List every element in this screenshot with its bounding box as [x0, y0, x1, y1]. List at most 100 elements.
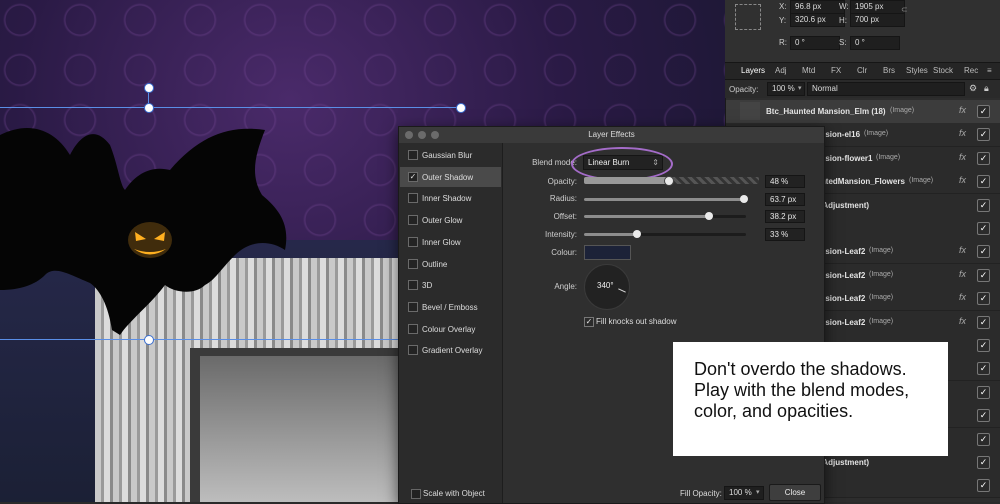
effect-checkbox[interactable] [408, 323, 418, 334]
fx-icon[interactable]: fx [959, 316, 966, 326]
radius-slider-knob[interactable] [740, 195, 749, 203]
chevron-down-icon[interactable]: ▾ [756, 488, 760, 496]
scale-with-object-checkbox[interactable] [411, 489, 421, 499]
layer-visibility-checkbox[interactable]: ✓ [977, 292, 990, 306]
layer-row[interactable]: Btc_Haunted Mansion_Elm (18) (Image) fx ✓ [726, 100, 1000, 124]
effect-label: Outline [422, 259, 448, 269]
layer-visibility-checkbox[interactable]: ✓ [977, 456, 990, 469]
panel-menu-icon[interactable]: ≡ [987, 66, 992, 75]
layer-visibility-checkbox[interactable]: ✓ [977, 315, 990, 329]
effect-checkbox[interactable] [408, 215, 418, 226]
shear-field[interactable]: 0 ° [850, 36, 900, 50]
effect-checkbox[interactable] [408, 301, 418, 312]
layer-visibility-checkbox[interactable]: ✓ [977, 105, 990, 118]
tab-metadata[interactable]: Mtd [802, 66, 815, 75]
tab-fx[interactable]: FX [831, 66, 841, 75]
y-field[interactable]: 320.6 px [790, 13, 845, 27]
layer-visibility-checkbox[interactable]: ✓ [977, 245, 990, 259]
h-label: H: [839, 16, 847, 25]
tab-adjustments[interactable]: Adj [775, 66, 787, 75]
tab-styles[interactable]: Styles [906, 66, 928, 75]
layer-visibility-checkbox[interactable]: ✓ [977, 128, 990, 142]
effect-item[interactable]: Colour Overlay [400, 319, 501, 339]
close-button[interactable]: Close [769, 484, 821, 501]
layer-blend-mode-select[interactable]: Normal [807, 82, 965, 96]
fx-icon[interactable]: fx [959, 292, 966, 302]
layer-name: untedMansion_Flowers [816, 177, 905, 187]
selection-handle-top-right[interactable] [456, 103, 466, 113]
effect-checkbox[interactable] [408, 193, 418, 204]
lock-icon[interactable]: 🔒︎ [984, 83, 989, 94]
radius-value[interactable]: 63.7 px [765, 193, 805, 206]
tab-history[interactable]: Rec [964, 66, 978, 75]
opacity-slider-knob[interactable] [664, 176, 674, 186]
effect-item[interactable]: 3D [400, 275, 501, 295]
effect-item[interactable]: Inner Glow [400, 232, 501, 252]
w-field[interactable]: 1905 px [850, 0, 905, 14]
offset-slider[interactable] [584, 212, 746, 220]
transform-panel: X: 96.8 px W: 1905 px Y: 320.6 px H: 700… [725, 0, 1000, 62]
fill-knocks-checkbox[interactable]: ✓ [584, 317, 594, 327]
layer-visibility-checkbox[interactable]: ✓ [977, 175, 990, 189]
fx-icon[interactable]: fx [959, 175, 966, 185]
fx-icon[interactable]: fx [959, 269, 966, 279]
tab-stock[interactable]: Stock [933, 66, 953, 75]
h-field[interactable]: 700 px [850, 13, 905, 27]
tab-brushes[interactable]: Brs [883, 66, 895, 75]
layer-visibility-checkbox[interactable]: ✓ [977, 432, 990, 446]
offset-slider-fill [584, 215, 709, 218]
layer-visibility-checkbox[interactable]: ✓ [977, 222, 990, 235]
effect-checkbox[interactable] [408, 280, 418, 291]
colour-swatch[interactable] [584, 245, 631, 260]
selection-handle-bottom[interactable] [144, 335, 154, 345]
layer-visibility-checkbox[interactable]: ✓ [977, 362, 990, 376]
effect-item[interactable]: ✓ Outer Shadow [400, 166, 501, 187]
fx-icon[interactable]: fx [959, 105, 966, 115]
effect-item[interactable]: Gradient Overlay [400, 340, 501, 360]
intensity-slider[interactable] [584, 230, 746, 238]
effect-checkbox[interactable] [408, 258, 418, 269]
layer-visibility-checkbox[interactable]: ✓ [977, 268, 990, 282]
zoom-window-button[interactable] [431, 131, 439, 139]
fx-icon[interactable]: fx [959, 152, 966, 162]
fx-icon[interactable]: fx [959, 128, 966, 138]
effect-checkbox[interactable]: ✓ [408, 171, 418, 182]
layer-visibility-checkbox[interactable]: ✓ [977, 409, 990, 423]
x-field[interactable]: 96.8 px [790, 0, 845, 14]
intensity-value[interactable]: 33 % [765, 228, 805, 241]
effect-item[interactable]: Bevel / Emboss [400, 297, 501, 317]
rotation-field[interactable]: 0 ° [790, 36, 840, 50]
layer-visibility-checkbox[interactable]: ✓ [977, 198, 990, 212]
fx-icon[interactable]: fx [959, 245, 966, 255]
layer-visibility-checkbox[interactable]: ✓ [977, 151, 990, 165]
opacity-slider[interactable] [584, 176, 759, 186]
opacity-value[interactable]: 48 % [765, 175, 805, 188]
layer-visibility-checkbox[interactable]: ✓ [977, 385, 990, 399]
selection-handle-top[interactable] [144, 103, 154, 113]
effect-checkbox[interactable] [408, 345, 418, 356]
anchor-selector-icon[interactable] [735, 4, 761, 30]
tab-layers[interactable]: Layers [741, 66, 765, 75]
effect-checkbox[interactable] [408, 236, 418, 247]
chevron-down-icon[interactable]: ▾ [798, 84, 802, 92]
gear-icon[interactable]: ⚙ [969, 83, 977, 94]
effect-item[interactable]: Outline [400, 254, 501, 274]
layer-visibility-checkbox[interactable]: ✓ [977, 479, 990, 493]
link-aspect-icon[interactable]: ⊂ [901, 5, 908, 14]
close-window-button[interactable] [405, 131, 413, 139]
radius-slider[interactable] [584, 195, 749, 203]
angle-dial[interactable]: 340° [584, 264, 630, 310]
tab-colour[interactable]: Clr [857, 66, 867, 75]
minimize-window-button[interactable] [418, 131, 426, 139]
offset-slider-knob[interactable] [704, 212, 713, 220]
effect-item[interactable]: Inner Shadow [400, 188, 501, 208]
layer-thumbnail [740, 102, 760, 120]
rotation-handle[interactable] [144, 83, 154, 93]
effect-item[interactable]: Gaussian Blur [400, 145, 501, 165]
effect-item[interactable]: Outer Glow [400, 210, 501, 230]
effect-checkbox[interactable] [408, 150, 418, 160]
intensity-slider-knob[interactable] [633, 230, 642, 238]
layer-visibility-checkbox[interactable]: ✓ [977, 339, 990, 352]
bat-image[interactable] [0, 115, 300, 345]
offset-value[interactable]: 38.2 px [765, 210, 805, 223]
